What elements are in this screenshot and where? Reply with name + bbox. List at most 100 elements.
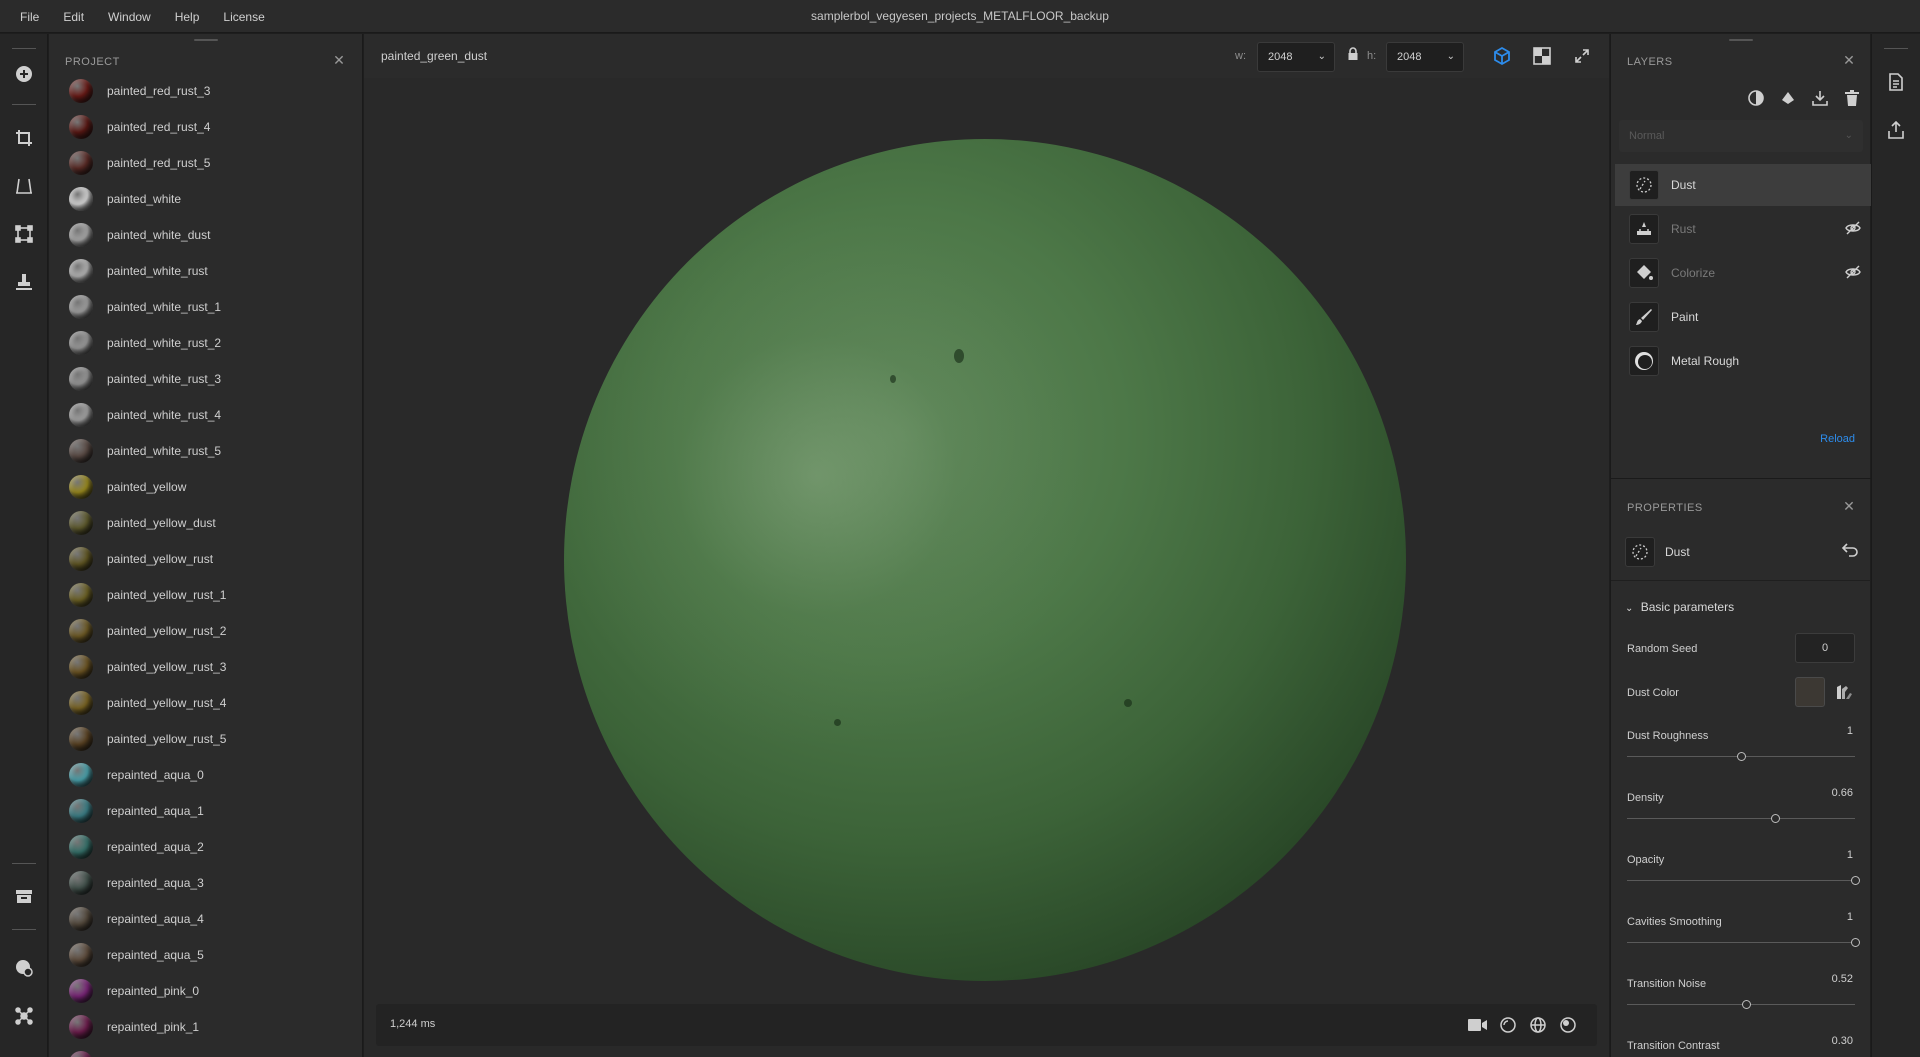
list-item[interactable]: painted_white_rust_3 xyxy=(49,361,362,397)
width-select[interactable]: 2048 ⌄ xyxy=(1257,42,1335,72)
list-item[interactable]: painted_red_rust_4 xyxy=(49,109,362,145)
layer-item-dust[interactable]: Dust xyxy=(1615,164,1871,206)
list-item[interactable]: painted_yellow_rust_2 xyxy=(49,613,362,649)
adjustment-layer-icon[interactable] xyxy=(1745,87,1767,109)
list-item[interactable]: repainted_aqua_4 xyxy=(49,901,362,937)
expand-icon[interactable] xyxy=(1570,44,1594,68)
fill-layer-icon[interactable] xyxy=(1777,87,1799,109)
3d-view-icon[interactable] xyxy=(1490,44,1514,68)
crop-icon[interactable] xyxy=(12,126,36,150)
import-icon[interactable] xyxy=(1809,87,1831,109)
slider-value[interactable]: 1 xyxy=(1847,849,1853,861)
slider-value[interactable]: 0.30 xyxy=(1832,1035,1853,1047)
list-item[interactable]: painted_white_rust_4 xyxy=(49,397,362,433)
material-ball-icon[interactable] xyxy=(1556,1013,1580,1037)
list-item[interactable]: painted_red_rust_5 xyxy=(49,145,362,181)
blend-mode-select[interactable]: Normal ⌄ xyxy=(1619,120,1863,152)
panel-grip[interactable] xyxy=(194,39,218,41)
material-thumbnail xyxy=(69,835,93,859)
menu-edit[interactable]: Edit xyxy=(51,10,96,24)
menu-file[interactable]: File xyxy=(8,10,51,24)
export-icon[interactable] xyxy=(1884,118,1908,142)
list-item[interactable]: painted_white_rust_5 xyxy=(49,433,362,469)
layer-item-metal-rough[interactable]: Metal Rough xyxy=(1615,340,1871,382)
nodes-icon[interactable] xyxy=(12,1004,36,1028)
reset-icon[interactable] xyxy=(1841,542,1859,561)
eye-off-icon[interactable] xyxy=(1845,265,1861,282)
slider-value[interactable]: 1 xyxy=(1847,725,1853,737)
slider-value[interactable]: 0.52 xyxy=(1832,973,1853,985)
camera-icon[interactable] xyxy=(1466,1013,1490,1037)
dust-color-swatch[interactable] xyxy=(1795,677,1825,707)
eye-off-icon[interactable] xyxy=(1845,221,1861,238)
close-icon[interactable]: ✕ xyxy=(331,52,347,68)
slider-value[interactable]: 1 xyxy=(1847,911,1853,923)
list-item[interactable]: repainted_aqua_2 xyxy=(49,829,362,865)
list-item[interactable]: painted_yellow_dust xyxy=(49,505,362,541)
menu-window[interactable]: Window xyxy=(96,10,163,24)
slider-track[interactable] xyxy=(1627,876,1860,885)
layer-item-rust[interactable]: Rust xyxy=(1615,208,1871,250)
toolbar-separator xyxy=(12,929,36,930)
list-item[interactable]: repainted_aqua_0 xyxy=(49,757,362,793)
slider-track[interactable] xyxy=(1627,938,1860,947)
list-item[interactable]: painted_yellow_rust_5 xyxy=(49,721,362,757)
list-item[interactable] xyxy=(49,1045,362,1057)
slider-track[interactable] xyxy=(1627,1000,1855,1009)
slider-track[interactable] xyxy=(1627,814,1855,823)
2d-view-icon[interactable] xyxy=(1530,44,1554,68)
reload-link[interactable]: Reload xyxy=(1820,433,1855,445)
slider-thumb[interactable] xyxy=(1851,876,1860,885)
list-item[interactable]: repainted_aqua_3 xyxy=(49,865,362,901)
stamp-icon[interactable] xyxy=(12,270,36,294)
material-thumbnail xyxy=(69,367,93,391)
material-preview-sphere[interactable] xyxy=(564,139,1406,981)
slider-thumb[interactable] xyxy=(1771,814,1781,823)
list-item[interactable]: repainted_pink_0 xyxy=(49,973,362,1009)
panel-grip[interactable] xyxy=(1729,39,1753,41)
menu-license[interactable]: License xyxy=(211,10,276,24)
list-item[interactable]: painted_yellow_rust xyxy=(49,541,362,577)
transform-icon[interactable] xyxy=(12,222,36,246)
list-item[interactable]: painted_white xyxy=(49,181,362,217)
slider-track[interactable] xyxy=(1627,752,1855,761)
layer-item-paint[interactable]: Paint xyxy=(1615,296,1871,338)
environment-icon[interactable] xyxy=(1526,1013,1550,1037)
list-item[interactable]: painted_white_rust_2 xyxy=(49,325,362,361)
render-area[interactable] xyxy=(364,78,1609,1038)
add-material-icon[interactable] xyxy=(12,62,36,86)
slider-value[interactable]: 0.66 xyxy=(1832,787,1853,799)
menu-help[interactable]: Help xyxy=(163,10,212,24)
layer-item-colorize[interactable]: Colorize xyxy=(1615,252,1871,294)
material-label: repainted_aqua_2 xyxy=(107,840,204,854)
basic-parameters-toggle[interactable]: ⌄ Basic parameters xyxy=(1625,600,1734,614)
trash-icon[interactable] xyxy=(1841,87,1863,109)
lock-icon[interactable] xyxy=(1347,47,1359,64)
close-icon[interactable]: ✕ xyxy=(1841,52,1857,68)
list-item[interactable]: painted_yellow_rust_4 xyxy=(49,685,362,721)
perspective-icon[interactable] xyxy=(12,174,36,198)
lighting-icon[interactable] xyxy=(1496,1013,1520,1037)
random-seed-input[interactable]: 0 xyxy=(1795,633,1855,663)
color-picker-icon[interactable] xyxy=(1833,681,1855,703)
list-item[interactable]: painted_red_rust_3 xyxy=(49,73,362,109)
list-item[interactable]: painted_yellow xyxy=(49,469,362,505)
material-settings-icon[interactable] xyxy=(12,956,36,980)
material-label: repainted_aqua_0 xyxy=(107,768,204,782)
list-item[interactable]: painted_white_dust xyxy=(49,217,362,253)
list-item[interactable]: painted_yellow_rust_1 xyxy=(49,577,362,613)
list-item[interactable]: repainted_aqua_5 xyxy=(49,937,362,973)
slider-thumb[interactable] xyxy=(1737,752,1746,761)
close-icon[interactable]: ✕ xyxy=(1841,498,1857,514)
height-select[interactable]: 2048 ⌄ xyxy=(1386,42,1464,72)
archive-icon[interactable] xyxy=(12,884,36,908)
list-item[interactable]: repainted_pink_1 xyxy=(49,1009,362,1045)
slider-thumb[interactable] xyxy=(1741,1000,1751,1009)
list-item[interactable]: repainted_aqua_1 xyxy=(49,793,362,829)
list-item[interactable]: painted_white_rust xyxy=(49,253,362,289)
document-icon[interactable] xyxy=(1884,70,1908,94)
slider-label: Density xyxy=(1627,792,1664,804)
list-item[interactable]: painted_white_rust_1 xyxy=(49,289,362,325)
list-item[interactable]: painted_yellow_rust_3 xyxy=(49,649,362,685)
slider-thumb[interactable] xyxy=(1851,938,1860,947)
